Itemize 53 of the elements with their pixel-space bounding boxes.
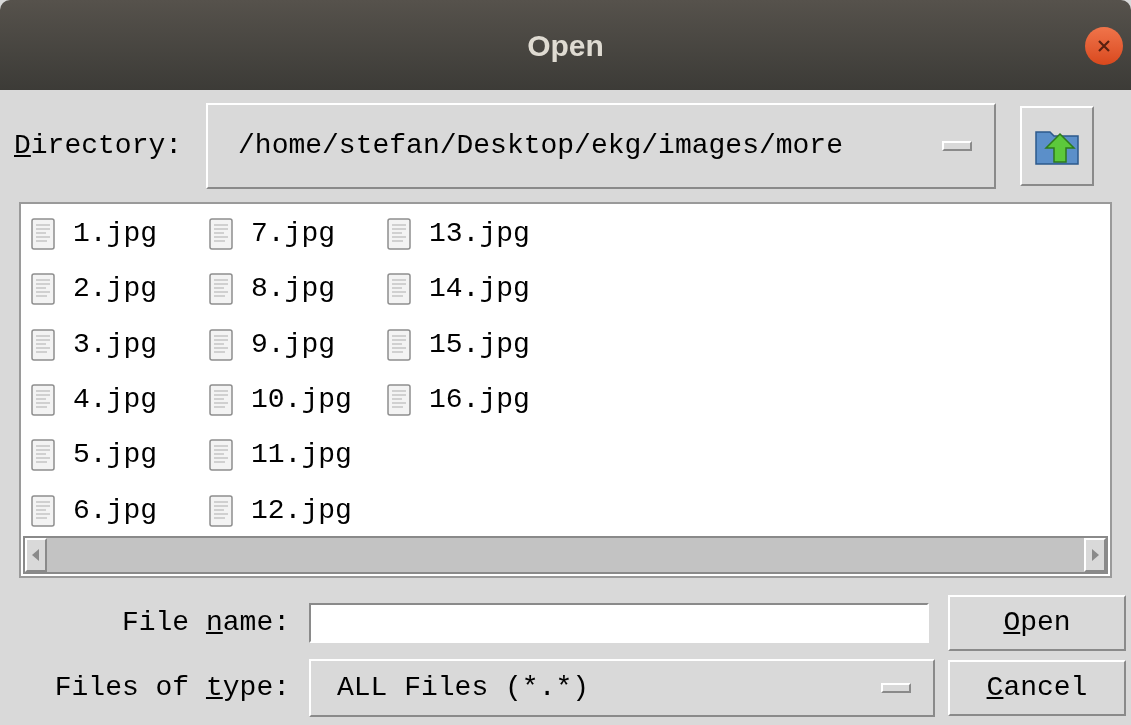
- horizontal-scrollbar[interactable]: [23, 536, 1108, 574]
- file-name[interactable]: 9.jpg: [251, 323, 335, 366]
- file-name[interactable]: 3.jpg: [73, 323, 157, 366]
- document-icon: [387, 273, 411, 306]
- cancel-button[interactable]: Cancel: [948, 660, 1126, 716]
- file-name[interactable]: 8.jpg: [251, 268, 335, 311]
- file-name[interactable]: 1.jpg: [73, 213, 157, 255]
- document-icon: [209, 494, 233, 527]
- document-icon: [31, 494, 55, 527]
- file-name[interactable]: 6.jpg: [73, 489, 157, 532]
- document-icon: [31, 328, 55, 361]
- document-icon: [31, 218, 55, 250]
- window-title: Open: [527, 27, 604, 64]
- scroll-right-button[interactable]: [1084, 538, 1106, 572]
- file-type-dropdown[interactable]: ALL Files (*.*): [309, 659, 935, 717]
- left-arrow-icon: [32, 549, 40, 561]
- directory-label: Directory:: [14, 129, 183, 163]
- document-icon: [31, 273, 55, 306]
- file-type-value: ALL Files (*.*): [337, 671, 590, 705]
- document-icon: [209, 384, 233, 416]
- file-type-label: Files of type:: [54, 671, 291, 705]
- document-icon: [387, 384, 411, 416]
- document-icon: [31, 384, 55, 416]
- file-name[interactable]: 12.jpg: [251, 489, 352, 532]
- scroll-left-button[interactable]: [25, 538, 47, 572]
- file-name[interactable]: 4.jpg: [73, 379, 157, 421]
- document-icon: [387, 328, 411, 361]
- close-button[interactable]: [1085, 27, 1123, 65]
- file-name[interactable]: 11.jpg: [251, 434, 352, 477]
- document-icon: [209, 218, 233, 250]
- right-arrow-icon: [1091, 549, 1099, 561]
- document-icon: [31, 439, 55, 472]
- file-name[interactable]: 2.jpg: [73, 268, 157, 311]
- dropdown-indicator-icon: [881, 683, 911, 693]
- file-name[interactable]: 5.jpg: [73, 434, 157, 477]
- directory-path: /home/stefan/Desktop/ekg/images/more: [238, 129, 843, 163]
- dropdown-indicator-icon: [942, 141, 973, 151]
- directory-dropdown[interactable]: /home/stefan/Desktop/ekg/images/more: [206, 103, 997, 189]
- file-name[interactable]: 13.jpg: [429, 213, 530, 255]
- file-name-label: File name:: [121, 606, 291, 640]
- file-name[interactable]: 10.jpg: [251, 379, 352, 421]
- file-name[interactable]: 14.jpg: [429, 268, 530, 311]
- document-icon: [209, 328, 233, 361]
- file-name[interactable]: 15.jpg: [429, 323, 530, 366]
- file-name[interactable]: 7.jpg: [251, 213, 335, 255]
- file-name[interactable]: 16.jpg: [429, 379, 530, 421]
- document-icon: [209, 439, 233, 472]
- file-name-field[interactable]: [309, 603, 929, 643]
- document-icon: [209, 273, 233, 306]
- close-icon: [1097, 39, 1111, 53]
- document-icon: [387, 218, 411, 250]
- up-folder-button[interactable]: [1020, 106, 1095, 186]
- open-button[interactable]: Open: [948, 595, 1126, 651]
